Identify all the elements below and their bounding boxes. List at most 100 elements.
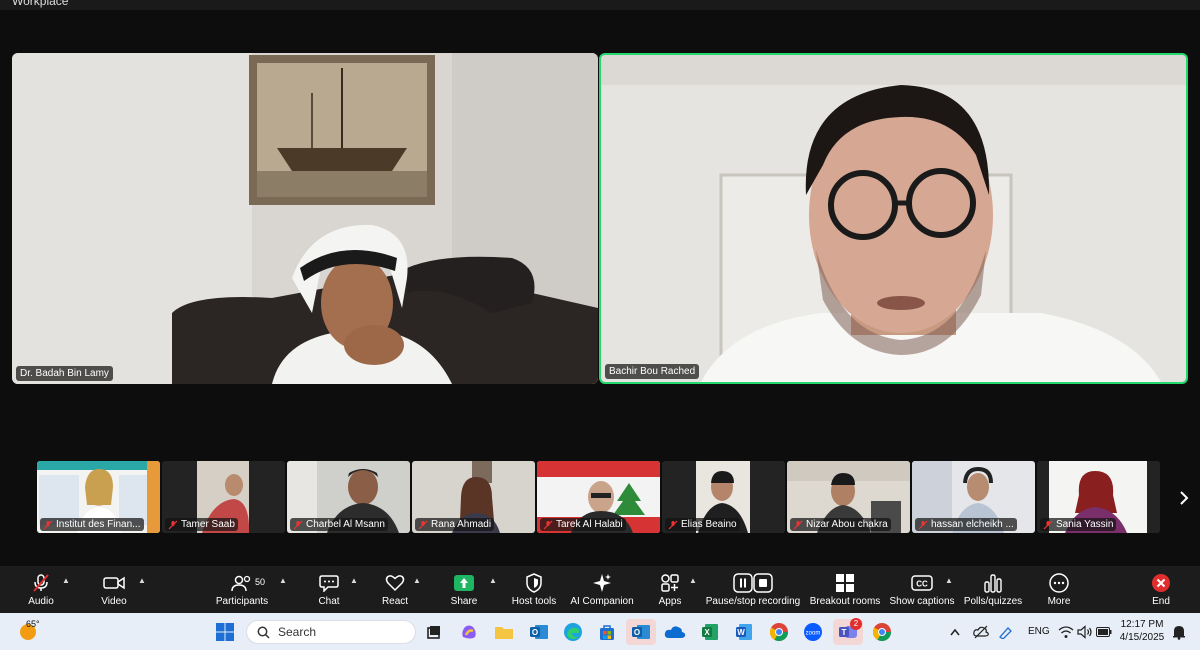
share-screen-icon: [454, 575, 474, 591]
microsoft-store-button[interactable]: [594, 619, 620, 645]
host-tools-button[interactable]: Host tools: [509, 566, 559, 613]
share-button[interactable]: Share: [447, 566, 481, 613]
system-clock[interactable]: 12:17 PM 4/15/2025: [1118, 618, 1166, 644]
participant-name: Institut des Finan...: [56, 519, 141, 530]
copilot-button[interactable]: [456, 619, 482, 645]
keyboard-language[interactable]: ENG: [1028, 626, 1050, 637]
svg-text:T: T: [842, 628, 847, 637]
sparkle-icon: [593, 574, 611, 592]
mic-muted-icon: [668, 520, 678, 529]
more-label: More: [1047, 596, 1071, 607]
participant-name-tag: Dr. Badah Bin Lamy: [16, 366, 113, 381]
chrome-icon: [872, 623, 891, 642]
battery-icon: [1096, 627, 1112, 637]
start-button[interactable]: [212, 619, 238, 645]
pause-stop-recording-button[interactable]: Pause/stop recording: [705, 566, 801, 613]
participant-name-tag: Tamer Saab: [165, 518, 238, 531]
svg-text:W: W: [737, 628, 745, 637]
edge-icon: [564, 623, 582, 641]
search-icon: [257, 626, 270, 639]
react-options-caret[interactable]: ▲: [413, 576, 421, 585]
onedrive-button[interactable]: [662, 619, 688, 645]
chat-button[interactable]: Chat: [312, 566, 346, 613]
chat-options-caret[interactable]: ▲: [350, 576, 358, 585]
end-meeting-button[interactable]: End: [1146, 566, 1176, 613]
excel-button[interactable]: X: [697, 619, 723, 645]
pen-input-button[interactable]: [995, 619, 1017, 645]
strip-next-page-button[interactable]: [1174, 486, 1194, 510]
participants-options-caret[interactable]: ▲: [279, 576, 287, 585]
participant-thumbnail-strip: Institut des Finan... Tamer Saab Charbel…: [37, 461, 1163, 533]
thumbnail-tile[interactable]: Elias Beaino: [662, 461, 785, 533]
word-button[interactable]: W: [731, 619, 757, 645]
show-hidden-icons-button[interactable]: [945, 619, 965, 645]
chrome-button[interactable]: [766, 619, 792, 645]
video-camera-icon: [103, 576, 125, 590]
taskbar-search-box[interactable]: Search: [246, 620, 416, 644]
participant-name: Tarek Al Halabi: [556, 519, 623, 530]
task-view-button[interactable]: [421, 619, 447, 645]
mic-muted-icon: [793, 520, 803, 529]
captions-options-caret[interactable]: ▲: [945, 576, 953, 585]
chrome-icon: [769, 623, 788, 642]
thumbnail-tile[interactable]: Rana Ahmadi: [412, 461, 535, 533]
participant-name: Dr. Badah Bin Lamy: [20, 368, 109, 379]
battery-button[interactable]: [1094, 619, 1114, 645]
react-button[interactable]: React: [378, 566, 412, 613]
excel-icon: X: [702, 624, 718, 640]
audio-button[interactable]: Audio: [20, 566, 62, 613]
participant-video: [12, 53, 598, 384]
thumbnail-tile[interactable]: Institut des Finan...: [37, 461, 160, 533]
outlook-new-button-active[interactable]: O: [626, 619, 656, 645]
ai-companion-button[interactable]: AI Companion: [570, 566, 634, 613]
share-options-caret[interactable]: ▲: [489, 576, 497, 585]
participant-name: Sania Yassin: [1056, 519, 1114, 530]
more-button[interactable]: More: [1042, 566, 1076, 613]
audio-options-caret[interactable]: ▲: [62, 576, 70, 585]
edge-button[interactable]: [560, 619, 586, 645]
speaker-icon: [1077, 625, 1092, 639]
react-label: React: [381, 596, 409, 607]
video-options-caret[interactable]: ▲: [138, 576, 146, 585]
cloud-off-icon: [973, 625, 989, 639]
wifi-button[interactable]: [1056, 619, 1076, 645]
network-status-icon-button[interactable]: [970, 619, 992, 645]
zoom-button[interactable]: zoom: [800, 619, 826, 645]
video-button[interactable]: Video: [95, 566, 133, 613]
thumbnail-tile[interactable]: Tarek Al Halabi: [537, 461, 660, 533]
participants-button[interactable]: Participants: [213, 566, 271, 613]
meeting-controls-toolbar: Audio ▲ Video ▲ Participants 50 ▲ Chat ▲…: [0, 566, 1200, 613]
video-tile-main-2-active-speaker[interactable]: Bachir Bou Rached: [599, 53, 1188, 384]
video-tile-main-1[interactable]: Dr. Badah Bin Lamy: [12, 53, 598, 384]
end-label: End: [1152, 596, 1170, 607]
notifications-button[interactable]: [1168, 619, 1190, 645]
participant-name: Bachir Bou Rached: [609, 366, 696, 377]
apps-options-caret[interactable]: ▲: [689, 576, 697, 585]
svg-text:zoom: zoom: [806, 631, 821, 637]
svg-text:O: O: [634, 628, 640, 637]
participant-name-tag: Sania Yassin: [1040, 518, 1117, 531]
thumbnail-tile[interactable]: Charbel Al Msann: [287, 461, 410, 533]
thumbnail-tile[interactable]: Nizar Abou chakra: [787, 461, 910, 533]
mic-muted-icon: [43, 520, 53, 529]
breakout-rooms-button[interactable]: Breakout rooms: [808, 566, 882, 613]
outlook-button[interactable]: O: [526, 619, 552, 645]
show-captions-button[interactable]: CC Show captions: [889, 566, 955, 613]
chevron-right-icon: [1180, 491, 1189, 505]
thumbnail-tile[interactable]: Sania Yassin: [1037, 461, 1160, 533]
polls-quizzes-button[interactable]: Polls/quizzes: [962, 566, 1024, 613]
captions-label: Show captions: [889, 596, 955, 607]
chrome-profile-button[interactable]: [869, 619, 895, 645]
breakout-label: Breakout rooms: [809, 596, 881, 607]
mic-muted-icon: [918, 520, 928, 529]
windows-taskbar: 65° Search O O X W zoom T 2 ENG 12:17 PM…: [0, 613, 1200, 650]
volume-button[interactable]: [1075, 619, 1095, 645]
file-explorer-button[interactable]: [491, 619, 517, 645]
search-placeholder: Search: [278, 625, 317, 639]
participant-name: Charbel Al Msann: [306, 519, 385, 530]
participant-video: [601, 55, 1186, 382]
chevron-up-icon: [950, 628, 960, 636]
thumbnail-tile[interactable]: Tamer Saab: [162, 461, 285, 533]
apps-button[interactable]: Apps: [655, 566, 685, 613]
thumbnail-tile[interactable]: hassan elcheikh ...: [912, 461, 1035, 533]
